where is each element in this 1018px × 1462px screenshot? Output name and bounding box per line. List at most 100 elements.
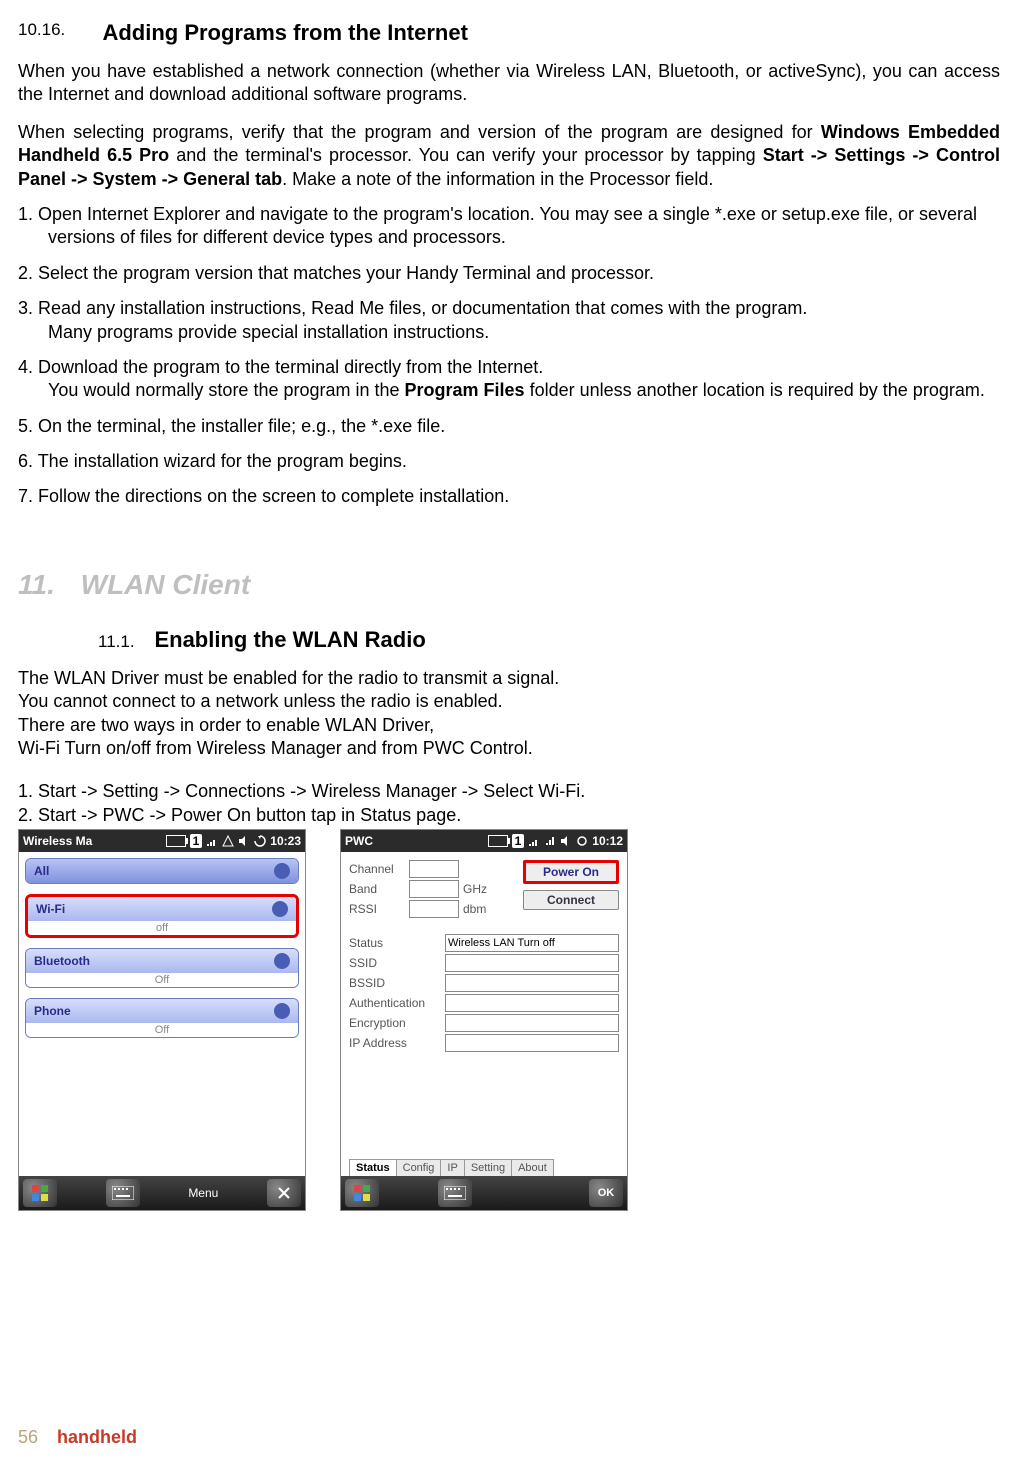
wm-menu-button[interactable]: Menu [188, 1186, 218, 1200]
start-button[interactable] [23, 1179, 57, 1207]
screenshot-pwc: PWC 1 10:12 Channel Band GHz RSSI dbm [340, 829, 628, 1211]
pwc-power-on-button[interactable]: Power On [523, 860, 619, 884]
subsection-number: 11.1. [98, 632, 150, 652]
pwc-band-label: Band [349, 882, 405, 896]
paragraph-2: When selecting programs, verify that the… [18, 121, 1000, 191]
tab-setting[interactable]: Setting [464, 1159, 512, 1176]
p2-text-e: . Make a note of the information in the … [282, 169, 713, 189]
wm-bluetooth-button[interactable]: Bluetooth Off [25, 948, 299, 988]
pwc-channel-label: Channel [349, 862, 405, 876]
volume-icon [560, 835, 572, 847]
pwc-ssid-label: SSID [349, 956, 441, 970]
step-4-text-a: You would normally store the program in … [48, 380, 405, 400]
pwc-channel-input[interactable] [409, 860, 459, 878]
wlan-line-1: The WLAN Driver must be enabled for the … [18, 667, 1000, 690]
bluetooth-icon [274, 953, 290, 969]
pwc-connect-button[interactable]: Connect [523, 890, 619, 910]
battery-icon [488, 835, 508, 847]
wm-wifi-button[interactable]: Wi-Fi off [25, 894, 299, 938]
pwc-band-input[interactable] [409, 880, 459, 898]
pwc-auth-input[interactable] [445, 994, 619, 1012]
wm-content: All Wi-Fi off Bluetooth Of [19, 852, 305, 1176]
wlan-line-3: There are two ways in order to enable WL… [18, 714, 1000, 737]
pwc-band-unit: GHz [463, 882, 487, 896]
p2-text-a: When selecting programs, verify that the… [18, 122, 821, 142]
pwc-rssi-unit: dbm [463, 902, 486, 916]
tab-status[interactable]: Status [349, 1159, 397, 1176]
pwc-auth-label: Authentication [349, 996, 441, 1010]
step-4-text-c: folder unless another location is requir… [525, 380, 985, 400]
signal-badge: 1 [512, 834, 525, 848]
pwc-bssid-input[interactable] [445, 974, 619, 992]
pwc-enc-input[interactable] [445, 1014, 619, 1032]
power-icon [274, 863, 290, 879]
wm-titlebar: Wireless Ma 1 10:23 [19, 830, 305, 852]
keyboard-button[interactable] [106, 1179, 140, 1207]
section-heading: 10.16. Adding Programs from the Internet [18, 20, 1000, 46]
screenshot-wireless-manager: Wireless Ma 1 10:23 [18, 829, 306, 1211]
step-4-line1: 4. Download the program to the terminal … [18, 356, 1000, 379]
chapter-heading: 11. WLAN Client [18, 569, 1000, 601]
sync-icon [254, 835, 266, 847]
section-number: 10.16. [18, 20, 98, 40]
keyboard-button[interactable] [438, 1179, 472, 1207]
step-3: 3. Read any installation instructions, R… [18, 297, 1000, 344]
pwc-tabs: Status Config IP Setting About [349, 1153, 619, 1176]
paragraph-1: When you have established a network conn… [18, 60, 1000, 107]
signal-badge: 1 [190, 834, 203, 848]
ok-button[interactable]: OK [589, 1179, 623, 1207]
tab-config[interactable]: Config [396, 1159, 442, 1176]
tab-ip[interactable]: IP [440, 1159, 464, 1176]
step-1-line2: versions of files for different device t… [18, 226, 1000, 249]
wlan-step-1: 1. Start -> Setting -> Connections -> Wi… [18, 780, 1000, 803]
pwc-content: Channel Band GHz RSSI dbm Power On Connect… [341, 852, 627, 1176]
screenshot-row: Wireless Ma 1 10:23 [18, 829, 1000, 1211]
wlan-line-4: Wi-Fi Turn on/off from Wireless Manager … [18, 737, 1000, 760]
pwc-ssid-input[interactable] [445, 954, 619, 972]
chapter-number: 11. [18, 569, 55, 600]
pwc-ip-label: IP Address [349, 1036, 441, 1050]
wifi-icon [272, 901, 288, 917]
cell-signal-icon [544, 835, 556, 847]
start-button[interactable] [345, 1179, 379, 1207]
subsection-title: Enabling the WLAN Radio [154, 627, 425, 652]
wm-phone-status: Off [26, 1023, 298, 1037]
pwc-clock: 10:12 [592, 834, 623, 848]
pwc-titlebar: PWC 1 10:12 [341, 830, 627, 852]
page-footer: 56 handheld [18, 1427, 137, 1448]
pwc-rssi-input[interactable] [409, 900, 459, 918]
wlan-line-2: You cannot connect to a network unless t… [18, 690, 1000, 713]
chapter-title: WLAN Client [81, 569, 251, 600]
step-4: 4. Download the program to the terminal … [18, 356, 1000, 403]
wm-all-button[interactable]: All [25, 858, 299, 884]
p2-text-c: and the terminal's processor. You can ve… [169, 145, 763, 165]
wifi-status-icon [528, 835, 540, 847]
tab-about[interactable]: About [511, 1159, 554, 1176]
step-5: 5. On the terminal, the installer file; … [18, 415, 1000, 438]
pwc-rssi-label: RSSI [349, 902, 405, 916]
wlan-step-2: 2. Start -> PWC -> Power On button tap i… [18, 804, 1000, 827]
step-4-bold: Program Files [405, 380, 525, 400]
close-button[interactable] [267, 1179, 301, 1207]
step-6: 6. The installation wizard for the progr… [18, 450, 1000, 473]
pwc-bssid-label: BSSID [349, 976, 441, 990]
section-title: Adding Programs from the Internet [102, 20, 467, 46]
wm-clock: 10:23 [270, 834, 301, 848]
wlan-steps: 1. Start -> Setting -> Connections -> Wi… [18, 780, 1000, 827]
page-number: 56 [18, 1427, 38, 1447]
wm-bluetooth-label: Bluetooth [34, 954, 90, 968]
pwc-app-name: PWC [345, 834, 373, 848]
step-2: 2. Select the program version that match… [18, 262, 1000, 285]
wm-phone-button[interactable]: Phone Off [25, 998, 299, 1038]
pwc-status-value [445, 934, 619, 952]
wm-taskbar: Menu [19, 1176, 305, 1210]
pwc-ip-input[interactable] [445, 1034, 619, 1052]
phone-icon [274, 1003, 290, 1019]
step-1: 1. Open Internet Explorer and navigate t… [18, 203, 1000, 250]
wlan-paragraph: The WLAN Driver must be enabled for the … [18, 667, 1000, 761]
wm-app-name: Wireless Ma [23, 834, 92, 848]
wm-all-label: All [34, 864, 49, 878]
pwc-taskbar: OK [341, 1176, 627, 1210]
step-4-line2: You would normally store the program in … [18, 379, 1000, 402]
wm-wifi-status: off [28, 921, 296, 935]
